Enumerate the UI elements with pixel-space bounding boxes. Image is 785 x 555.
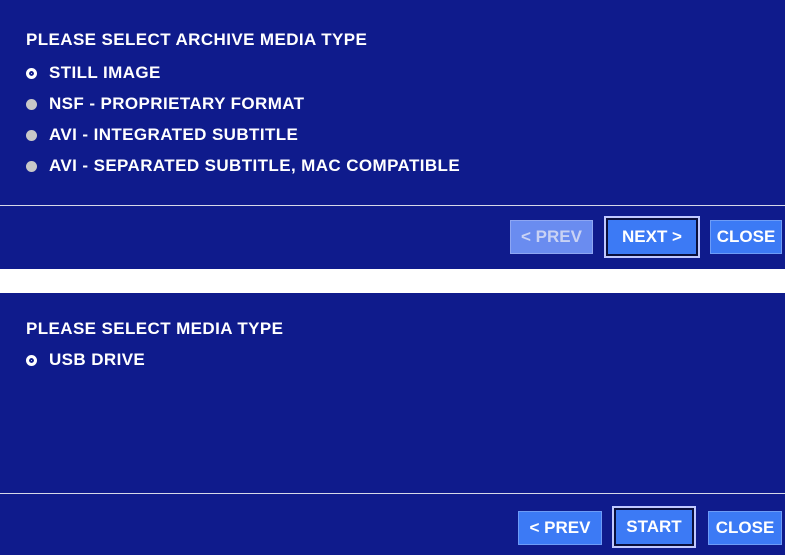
option-nsf-proprietary-format[interactable]: NSF - PROPRIETARY FORMAT	[26, 93, 304, 115]
close-button[interactable]: CLOSE	[710, 220, 782, 254]
radio-unselected-icon[interactable]	[26, 129, 37, 141]
divider	[0, 205, 785, 206]
option-label: NSF - PROPRIETARY FORMAT	[49, 94, 305, 113]
radio-unselected-icon[interactable]	[26, 98, 37, 110]
start-button[interactable]: START	[614, 508, 694, 546]
option-avi-separated-subtitle[interactable]: AVI - SEPARATED SUBTITLE, MAC COMPATIBLE	[26, 155, 460, 177]
archive-media-type-dialog: PLEASE SELECT ARCHIVE MEDIA TYPE STILL I…	[0, 0, 785, 269]
option-label: USB DRIVE	[49, 350, 146, 369]
option-avi-integrated-subtitle[interactable]: AVI - INTEGRATED SUBTITLE	[26, 124, 298, 146]
radio-selected-icon[interactable]	[26, 354, 37, 366]
radio-unselected-icon[interactable]	[26, 160, 37, 172]
option-still-image[interactable]: STILL IMAGE	[26, 62, 161, 84]
option-label: AVI - INTEGRATED SUBTITLE	[49, 125, 299, 144]
option-usb-drive[interactable]: USB DRIVE	[26, 349, 145, 371]
prev-button[interactable]: < PREV	[518, 511, 602, 545]
media-type-dialog: PLEASE SELECT MEDIA TYPE USB DRIVE < PRE…	[0, 293, 785, 555]
prev-button[interactable]: < PREV	[510, 220, 593, 254]
next-button[interactable]: NEXT >	[606, 218, 698, 256]
dialog-title: PLEASE SELECT MEDIA TYPE	[26, 319, 284, 338]
radio-selected-icon[interactable]	[26, 67, 37, 79]
close-button[interactable]: CLOSE	[708, 511, 782, 545]
dialog-title: PLEASE SELECT ARCHIVE MEDIA TYPE	[26, 30, 368, 49]
option-label: STILL IMAGE	[49, 63, 161, 82]
divider	[0, 493, 785, 494]
option-label: AVI - SEPARATED SUBTITLE, MAC COMPATIBLE	[49, 156, 461, 175]
